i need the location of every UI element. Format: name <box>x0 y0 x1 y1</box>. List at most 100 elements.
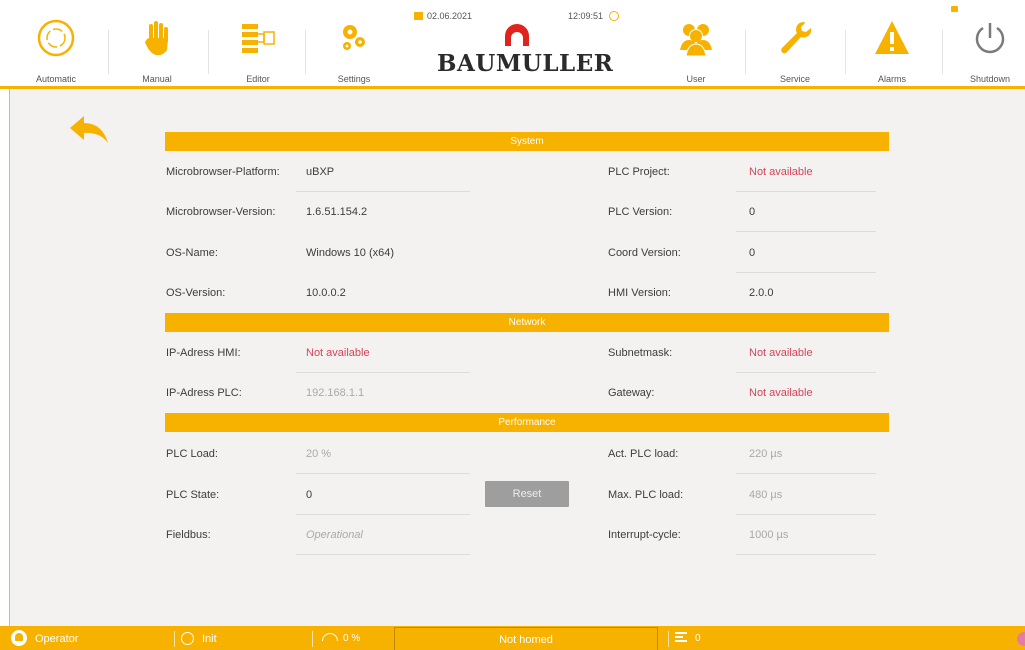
speed-override-label: 0 % <box>343 633 361 644</box>
os-version-label: OS-Version: <box>166 287 226 299</box>
section-header-network: Network <box>165 313 889 332</box>
max-plc-load-value: 480 µs <box>749 489 783 501</box>
microbrowser-version-label: Microbrowser-Version: <box>166 206 276 218</box>
max-plc-load-label: Max. PLC load: <box>608 489 684 501</box>
bell-icon <box>11 630 27 646</box>
lock-icon <box>951 6 958 12</box>
ip-address-hmi-label: IP-Adress HMI: <box>166 347 241 359</box>
plc-version-label: PLC Version: <box>608 206 673 218</box>
reset-button[interactable]: Reset <box>485 481 569 507</box>
act-plc-load-value: 220 µs <box>749 448 783 460</box>
section-header-performance: Performance <box>165 413 889 432</box>
plc-version-value: 0 <box>749 206 756 218</box>
settings-label: Settings <box>337 74 371 84</box>
time-display: 12:09:51 <box>568 11 620 21</box>
hand-icon <box>145 21 168 56</box>
microbrowser-platform-value: uBXP <box>306 166 335 178</box>
service-label: Service <box>779 74 810 84</box>
ip-address-plc-value: 192.168.1.1 <box>306 387 365 399</box>
toolbar-divider <box>845 30 846 74</box>
hmi-version-label: HMI Version: <box>608 287 671 299</box>
operator-status[interactable]: Operator <box>11 626 78 650</box>
toolbar-divider <box>942 30 943 74</box>
machine-state-label: Init <box>202 633 217 645</box>
os-version-value: 10.0.0.2 <box>306 287 346 299</box>
machine-state: Init <box>181 626 217 650</box>
statusbar-divider <box>174 631 175 647</box>
microbrowser-platform-label: Microbrowser-Platform: <box>166 166 280 178</box>
shutdown-button[interactable]: Shutdown <box>950 18 1025 84</box>
toolbar-divider <box>745 30 746 74</box>
power-icon <box>975 23 1005 54</box>
user-label: User <box>686 74 706 84</box>
automatic-button[interactable]: Automatic <box>16 18 96 84</box>
warning-icon <box>875 21 909 54</box>
brand-name: BAUMULLER <box>437 50 614 77</box>
homing-status: Not homed <box>394 627 658 650</box>
subnetmask-label: Subnetmask: <box>608 347 673 359</box>
statusbar-divider <box>312 631 313 647</box>
gauge-icon <box>322 633 338 641</box>
editor-icon <box>242 24 275 53</box>
back-arrow-icon[interactable] <box>66 113 110 149</box>
toolbar-divider <box>208 30 209 74</box>
speed-override: 0 % <box>322 626 360 650</box>
program-count: 0 <box>695 633 701 644</box>
coord-version-label: Coord Version: <box>608 247 681 259</box>
interrupt-cycle-value: 1000 µs <box>749 529 789 541</box>
toolbar-divider <box>108 30 109 74</box>
plc-state-value: 0 <box>306 489 313 501</box>
section-header-system: System <box>165 132 889 151</box>
fieldbus-value: Operational <box>306 529 363 541</box>
clock-icon <box>609 11 620 21</box>
user-button[interactable]: User <box>656 18 736 84</box>
row-divider <box>736 191 876 192</box>
automatic-label: Automatic <box>35 74 77 84</box>
os-name-label: OS-Name: <box>166 247 218 259</box>
brand-logo: BAUMULLER <box>437 22 614 78</box>
os-name-value: Windows 10 (x64) <box>306 247 395 259</box>
program-list-icon <box>675 632 687 642</box>
users-icon <box>680 24 712 57</box>
editor-button[interactable]: Editor <box>218 18 298 84</box>
plc-state-label: PLC State: <box>166 489 220 501</box>
editor-label: Editor <box>246 74 270 84</box>
shutdown-label: Shutdown <box>969 74 1011 84</box>
date-display: 02.06.2021 <box>414 11 472 21</box>
fieldbus-label: Fieldbus: <box>166 529 211 541</box>
calendar-icon <box>414 12 423 20</box>
date-text: 02.06.2021 <box>427 11 473 21</box>
interrupt-cycle-label: Interrupt-cycle: <box>608 529 681 541</box>
operator-label: Operator <box>35 633 79 645</box>
act-plc-load-label: Act. PLC load: <box>608 448 679 460</box>
row-divider <box>296 473 470 474</box>
plc-project-value: Not available <box>749 166 813 178</box>
status-bar: Operator Init 0 % Not homed 0 <box>0 626 1025 650</box>
coord-version-value: 0 <box>749 247 756 259</box>
plc-load-label: PLC Load: <box>166 448 218 460</box>
settings-button[interactable]: Settings <box>314 18 394 84</box>
cycle-icon <box>181 632 194 645</box>
microbrowser-version-value: 1.6.51.154.2 <box>306 206 368 218</box>
manual-button[interactable]: Manual <box>117 18 197 84</box>
plc-project-label: PLC Project: <box>608 166 670 178</box>
alarm-indicator-icon <box>1017 632 1025 646</box>
row-divider <box>736 554 876 555</box>
statusbar-divider <box>668 631 669 647</box>
subnetmask-value: Not available <box>749 347 813 359</box>
wrench-icon <box>781 22 812 54</box>
baumuller-emblem-icon <box>505 24 529 46</box>
ip-address-plc-label: IP-Adress PLC: <box>166 387 242 399</box>
service-button[interactable]: Service <box>755 18 835 84</box>
alarms-button[interactable]: Alarms <box>852 18 932 84</box>
row-divider <box>736 231 876 232</box>
row-divider <box>296 554 470 555</box>
automatic-icon <box>37 19 75 57</box>
time-text: 12:09:51 <box>568 11 604 21</box>
plc-load-value: 20 % <box>306 448 332 460</box>
top-toolbar: Automatic Manual Editor Settings 02.06.2… <box>0 0 1025 89</box>
alarms-label: Alarms <box>877 74 906 84</box>
program-status: 0 <box>675 626 701 650</box>
system-info-panel: System Microbrowser-Platform: uBXP PLC P… <box>9 89 1025 626</box>
hmi-version-value: 2.0.0 <box>749 287 774 299</box>
